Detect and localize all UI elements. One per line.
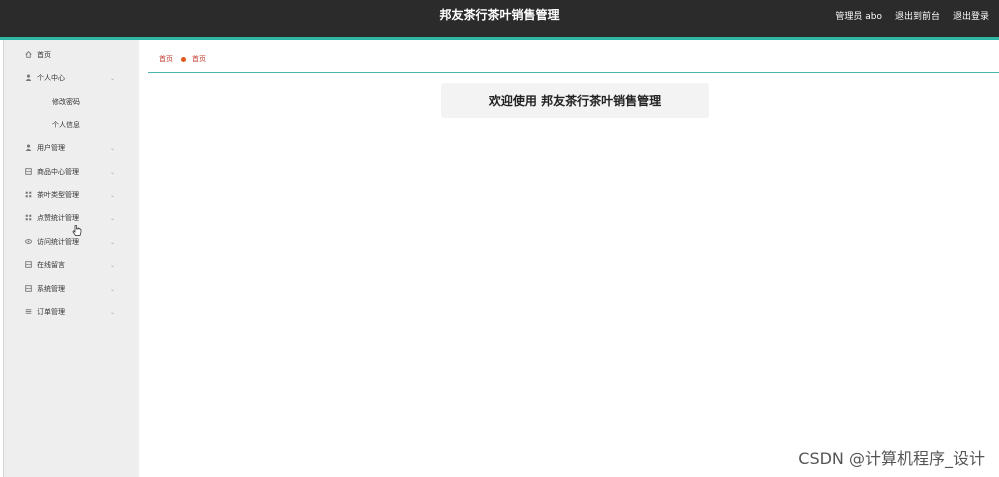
top-bar: 邦友茶行茶叶销售管理 管理员 abo 退出到前台 退出登录: [0, 0, 999, 37]
top-right-links: 管理员 abo 退出到前台 退出登录: [835, 0, 989, 30]
admin-user-label[interactable]: 管理员 abo: [835, 9, 882, 22]
sidebar-item-label: 在线留言: [37, 261, 65, 269]
sidebar-subitem-personal-info[interactable]: 个人信息: [52, 115, 80, 135]
home-icon: [23, 50, 33, 60]
logout-link[interactable]: 退出登录: [953, 9, 989, 22]
sidebar: 首页 个人中心 ⌄ 修改密码 个人信息 用户管理 ⌄ 商品中心管理 ⌄ 茶叶类型…: [3, 40, 139, 477]
sidebar-item-home[interactable]: 首页: [4, 45, 139, 65]
breadcrumb-current: 首页: [192, 55, 206, 63]
sidebar-item-label: 首页: [37, 51, 51, 59]
header-accent-line: [0, 37, 999, 40]
welcome-banner: 欢迎使用 邦友茶行茶叶销售管理: [441, 83, 709, 118]
grid-icon: [23, 260, 33, 270]
sidebar-item-label: 系统管理: [37, 285, 65, 293]
chevron-down-icon: ⌄: [110, 214, 116, 222]
chevron-down-icon: ⌄: [110, 238, 116, 246]
breadcrumb: 首页 首页: [148, 48, 999, 73]
list-icon: [23, 308, 33, 317]
grid-icon: [23, 284, 33, 294]
grid-icon: [23, 214, 33, 223]
sidebar-item-user-management[interactable]: 用户管理 ⌄: [4, 138, 139, 158]
user-icon: [23, 144, 33, 153]
chevron-down-icon: ⌄: [110, 261, 116, 269]
sidebar-item-tea-type[interactable]: 茶叶类型管理 ⌄: [4, 185, 139, 205]
sidebar-item-label: 用户管理: [37, 144, 65, 152]
breadcrumb-dot-icon: [181, 56, 186, 62]
sidebar-item-system[interactable]: 系统管理 ⌄: [4, 279, 139, 299]
sidebar-item-personal-center[interactable]: 个人中心 ⌄: [4, 68, 139, 88]
chevron-down-icon: ⌄: [110, 74, 116, 82]
sidebar-item-label: 订单管理: [37, 308, 65, 316]
chevron-down-icon: ⌄: [110, 191, 116, 199]
sidebar-item-online-message[interactable]: 在线留言 ⌄: [4, 255, 139, 275]
welcome-text: 欢迎使用 邦友茶行茶叶销售管理: [488, 94, 662, 108]
sidebar-item-label: 茶叶类型管理: [37, 191, 79, 199]
watermark: CSDN @计算机程序_设计: [798, 449, 985, 468]
eye-icon: [23, 238, 33, 247]
breadcrumb-home-link[interactable]: 首页: [159, 54, 173, 64]
exit-to-front-link[interactable]: 退出到前台: [895, 9, 940, 22]
sidebar-item-order[interactable]: 订单管理 ⌄: [4, 302, 139, 322]
sidebar-item-label: 访问统计管理: [37, 238, 79, 246]
breadcrumb-trail: 首页 首页: [159, 53, 206, 65]
chevron-down-icon: ⌄: [110, 285, 116, 293]
sidebar-item-product-center[interactable]: 商品中心管理 ⌄: [4, 162, 139, 182]
sidebar-item-label: 个人中心: [37, 74, 65, 82]
grid-icon: [23, 191, 33, 200]
sidebar-subitem-change-password[interactable]: 修改密码: [52, 92, 80, 112]
user-icon: [23, 74, 33, 83]
grid-icon: [23, 167, 33, 177]
chevron-down-icon: ⌄: [110, 168, 116, 176]
hand-cursor-icon: [72, 222, 82, 236]
sidebar-item-label: 商品中心管理: [37, 168, 79, 176]
chevron-down-icon: ⌄: [110, 308, 116, 316]
chevron-down-icon: ⌄: [110, 144, 116, 152]
